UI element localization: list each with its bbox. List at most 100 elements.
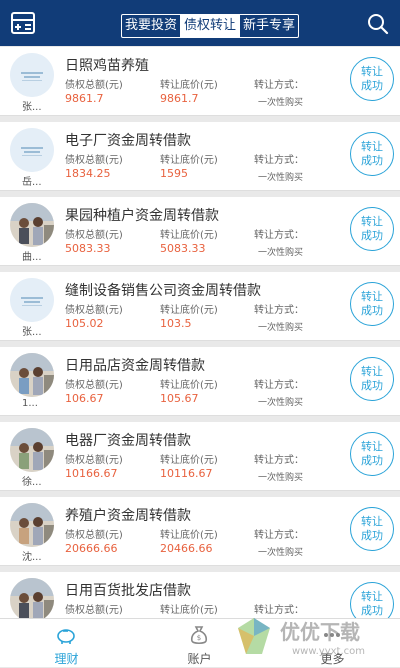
transfer-list: 张... 日照鸡苗养殖债权总额(元) 转让底价(元) 转让方式： 9861.7 9861.… bbox=[0, 46, 400, 618]
price-value: 1595 bbox=[160, 167, 188, 180]
loan-title: 日照鸡苗养殖 bbox=[65, 58, 149, 74]
loan-title: 养殖户资金周转借款 bbox=[65, 508, 191, 524]
transfer-success-button[interactable]: 转让 成功 bbox=[350, 357, 394, 401]
price-label: 转让底价(元) bbox=[160, 455, 218, 466]
tab-newcomer[interactable]: 新手专享 bbox=[240, 15, 298, 37]
price-label: 转让底价(元) bbox=[160, 530, 218, 541]
status-line-1: 转让 bbox=[361, 515, 383, 528]
transfer-success-button[interactable]: 转让 成功 bbox=[350, 57, 394, 101]
method-label: 转让方式： bbox=[254, 155, 304, 166]
method-value: 一次性购买 bbox=[258, 473, 304, 483]
borrower-name: 徐... bbox=[22, 477, 42, 488]
borrower-name: 曲... bbox=[22, 252, 42, 263]
price-label: 转让底价(元) bbox=[160, 605, 218, 616]
method-value: 一次性购买 bbox=[258, 173, 304, 183]
amount-value: 106.67 bbox=[65, 392, 104, 405]
transfer-success-button[interactable]: 转让 成功 bbox=[350, 582, 394, 618]
amount-label: 债权总额(元) bbox=[65, 455, 123, 466]
amount-label: 债权总额(元) bbox=[65, 230, 123, 241]
transfer-success-button[interactable]: 转让 成功 bbox=[350, 432, 394, 476]
company-logo-avatar bbox=[10, 53, 54, 97]
tab-more-label: 更多 bbox=[320, 652, 345, 666]
list-item[interactable]: 张... 缝制设备销售公司资金周转借款 债权总额(元) 转让底价(元) 转让方式： 105… bbox=[0, 272, 400, 341]
list-item[interactable]: 日用百货批发店借款债权总额(元)转让底价(元)转让方式：一次性购买转让成功 bbox=[0, 572, 400, 618]
method-label: 转让方式： bbox=[254, 455, 304, 466]
transfer-success-button[interactable]: 转让 成功 bbox=[350, 507, 394, 551]
amount-value: 105.02 bbox=[65, 317, 104, 330]
method-value: 一次性购买 bbox=[258, 548, 304, 558]
amount-label: 债权总额(元) bbox=[65, 305, 123, 316]
tab-more[interactable]: 更多 bbox=[266, 619, 399, 668]
list-item[interactable]: 张... 日照鸡苗养殖债权总额(元) 转让底价(元) 转让方式： 9861.7 9861.… bbox=[0, 47, 400, 116]
borrower-name: 1... bbox=[22, 398, 38, 409]
piggy-bank-icon bbox=[57, 629, 75, 644]
method-value: 一次性购买 bbox=[258, 98, 304, 108]
status-line-2: 成功 bbox=[361, 454, 383, 467]
list-item[interactable]: 曲... 果园种植户资金周转借款 债权总额(元) 转让底价(元) 转让方式： 5083.3… bbox=[0, 197, 400, 266]
amount-label: 债权总额(元) bbox=[65, 155, 123, 166]
tab-finance-label: 理财 bbox=[54, 652, 79, 666]
status-line-1: 转让 bbox=[361, 290, 383, 303]
price-value: 20466.66 bbox=[160, 542, 213, 555]
status-line-1: 转让 bbox=[361, 65, 383, 78]
tab-finance[interactable]: 理财 bbox=[0, 619, 133, 668]
transfer-success-button[interactable]: 转让 成功 bbox=[350, 207, 394, 251]
status-line-2: 成功 bbox=[361, 79, 383, 92]
loan-title: 缝制设备销售公司资金周转借款 bbox=[65, 283, 261, 299]
list-item[interactable]: 岳... 电子厂资金周转借款 债权总额(元) 转让底价(元) 转让方式： 1834.25 1… bbox=[0, 122, 400, 191]
price-label: 转让底价(元) bbox=[160, 380, 218, 391]
amount-label: 债权总额(元) bbox=[65, 80, 123, 91]
price-label: 转让底价(元) bbox=[160, 80, 218, 91]
transfer-success-button[interactable]: 转让 成功 bbox=[350, 282, 394, 326]
status-line-1: 转让 bbox=[361, 365, 383, 378]
search-icon[interactable] bbox=[366, 12, 390, 36]
status-line-1: 转让 bbox=[361, 440, 383, 453]
app-header: 我要投资 债权转让 新手专享 bbox=[0, 0, 400, 46]
status-line-1: 转让 bbox=[361, 215, 383, 228]
list-item[interactable]: 徐... 电器厂资金周转借款债权总额(元) 转让底价(元) 转让方式： 10166.67… bbox=[0, 422, 400, 491]
money-bag-icon: $ bbox=[190, 626, 208, 645]
transfer-success-button[interactable]: 转让 成功 bbox=[350, 132, 394, 176]
tab-account[interactable]: $ 账户 bbox=[133, 619, 266, 668]
more-icon bbox=[324, 633, 340, 637]
amount-value: 1834.25 bbox=[65, 167, 111, 180]
tab-invest[interactable]: 我要投资 bbox=[122, 15, 182, 37]
price-value: 103.5 bbox=[160, 317, 192, 330]
method-label: 转让方式： bbox=[254, 80, 304, 91]
bottom-tab-bar: 理财 $ 账户 更多 bbox=[0, 618, 400, 667]
company-logo-avatar bbox=[10, 278, 54, 322]
amount-value: 5083.33 bbox=[65, 242, 111, 255]
status-line-1: 转让 bbox=[361, 140, 383, 153]
method-value: 一次性购买 bbox=[258, 323, 304, 333]
amount-label: 债权总额(元) bbox=[65, 380, 123, 391]
method-label: 转让方式： bbox=[254, 380, 304, 391]
status-line-1: 转让 bbox=[361, 590, 383, 603]
status-line-2: 成功 bbox=[361, 304, 383, 317]
amount-value: 20666.66 bbox=[65, 542, 118, 555]
calculator-icon[interactable] bbox=[10, 12, 36, 34]
price-value: 10116.67 bbox=[160, 467, 213, 480]
price-label: 转让底价(元) bbox=[160, 155, 218, 166]
amount-label: 债权总额(元) bbox=[65, 605, 123, 616]
status-line-2: 成功 bbox=[361, 604, 383, 617]
amount-value: 9861.7 bbox=[65, 92, 104, 105]
status-line-2: 成功 bbox=[361, 529, 383, 542]
tab-debt-transfer[interactable]: 债权转让 bbox=[181, 15, 241, 37]
borrower-name: 张... bbox=[22, 102, 42, 113]
borrower-photo-avatar bbox=[10, 503, 54, 547]
borrower-name: 沈... bbox=[22, 552, 42, 563]
method-label: 转让方式： bbox=[254, 530, 304, 541]
borrower-photo-avatar bbox=[10, 578, 54, 618]
amount-label: 债权总额(元) bbox=[65, 530, 123, 541]
price-value: 5083.33 bbox=[160, 242, 206, 255]
amount-value: 10166.67 bbox=[65, 467, 118, 480]
list-item[interactable]: 1... 日用品店资金周转借款债权总额(元) 转让底价(元) 转让方式： 106.67 1… bbox=[0, 347, 400, 416]
price-value: 105.67 bbox=[160, 392, 199, 405]
price-label: 转让底价(元) bbox=[160, 305, 218, 316]
loan-title: 日用品店资金周转借款 bbox=[65, 358, 205, 374]
list-item[interactable]: 沈... 养殖户资金周转借款债权总额(元) 转让底价(元) 转让方式： 20666.66… bbox=[0, 497, 400, 566]
method-label: 转让方式： bbox=[254, 230, 304, 241]
loan-title: 电器厂资金周转借款 bbox=[65, 433, 191, 449]
borrower-photo-avatar bbox=[10, 353, 54, 397]
price-value: 9861.7 bbox=[160, 92, 199, 105]
